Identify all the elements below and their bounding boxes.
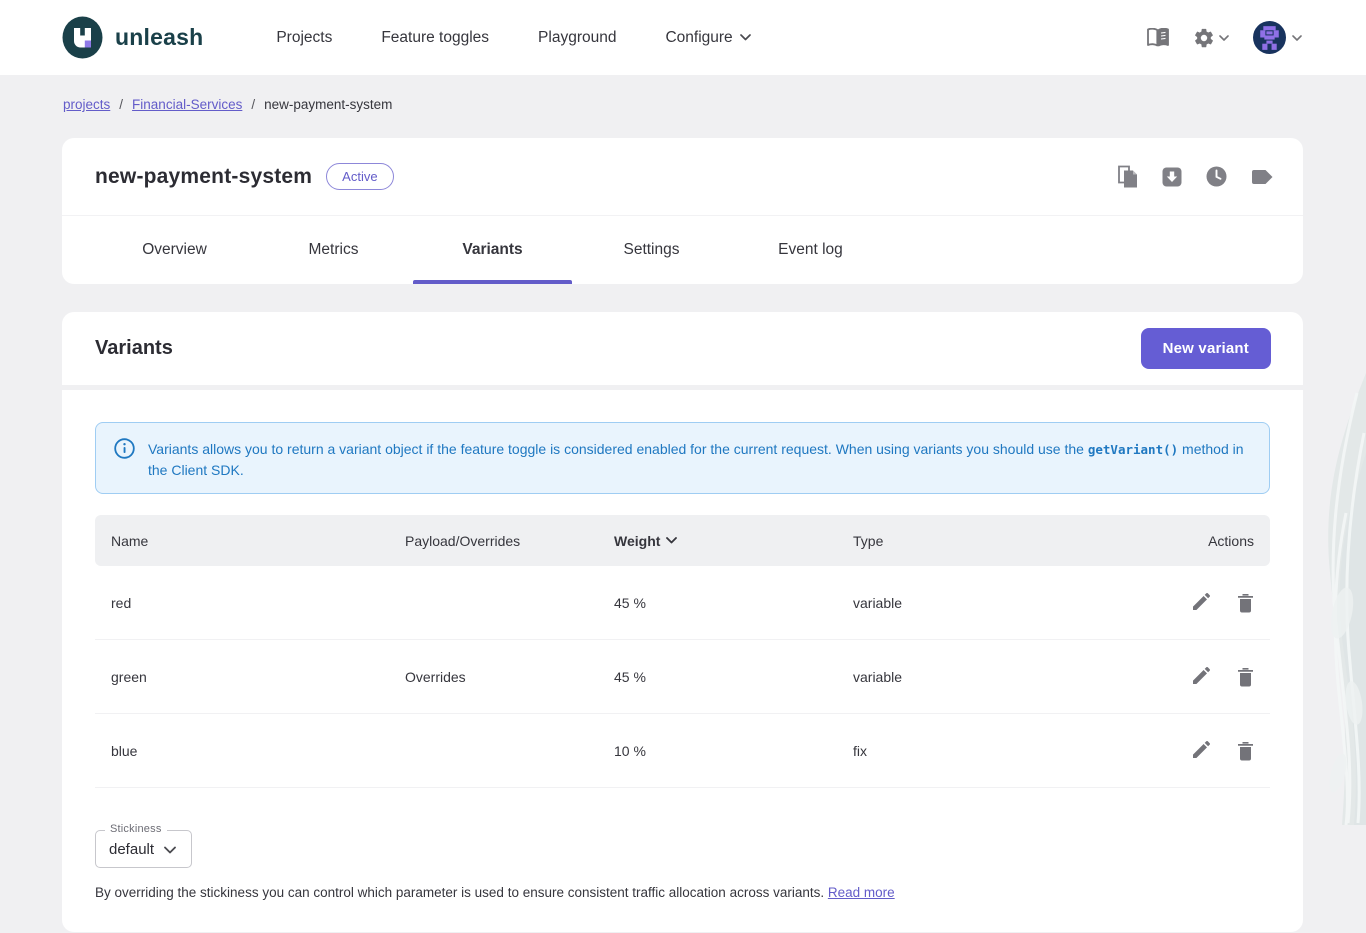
- stickiness-footer-note: By overriding the stickiness you can con…: [95, 885, 1270, 900]
- brand-name: unleash: [115, 24, 203, 51]
- table-row: green Overrides 45 % variable: [95, 640, 1270, 714]
- history-clock-icon[interactable]: [1205, 165, 1228, 188]
- copy-feature-icon[interactable]: [1117, 165, 1139, 189]
- breadcrumb-current-feature: new-payment-system: [264, 97, 392, 112]
- nav-item-configure[interactable]: Configure: [665, 29, 750, 47]
- breadcrumb-projects[interactable]: projects: [63, 97, 110, 112]
- edit-pencil-icon[interactable]: [1191, 667, 1210, 687]
- edit-pencil-icon[interactable]: [1191, 593, 1210, 613]
- delete-trash-icon[interactable]: [1237, 667, 1254, 687]
- column-header-payload-overrides[interactable]: Payload/Overrides: [405, 533, 614, 549]
- table-row: red 45 % variable: [95, 566, 1270, 640]
- variants-table: Name Payload/Overrides Weight Type Actio…: [95, 515, 1270, 788]
- variant-type: variable: [853, 595, 1142, 611]
- tab-metrics[interactable]: Metrics: [254, 216, 413, 284]
- unleash-logo-icon: [62, 16, 103, 59]
- stickiness-select[interactable]: Stickiness default: [95, 830, 192, 868]
- feature-header-card: new-payment-system Active: [62, 138, 1303, 284]
- settings-gear-button[interactable]: [1193, 27, 1229, 49]
- variant-name: blue: [111, 743, 405, 759]
- tab-overview[interactable]: Overview: [95, 216, 254, 284]
- feature-tabs: Overview Metrics Variants Settings Event…: [62, 215, 1303, 284]
- variants-card: Variants New variant Variants allows you…: [62, 312, 1303, 932]
- status-badge: Active: [326, 163, 393, 190]
- edit-pencil-icon[interactable]: [1191, 741, 1210, 761]
- column-header-name[interactable]: Name: [111, 533, 405, 549]
- variants-info-alert: Variants allows you to return a variant …: [95, 422, 1270, 494]
- variants-section-title: Variants: [95, 337, 173, 360]
- variant-type: fix: [853, 743, 1142, 759]
- variant-type: variable: [853, 669, 1142, 685]
- alert-code-getvariant: getVariant(): [1088, 442, 1178, 457]
- gear-icon: [1193, 27, 1215, 49]
- variant-name: red: [111, 595, 405, 611]
- chevron-down-icon: [1219, 35, 1229, 41]
- new-variant-button[interactable]: New variant: [1141, 328, 1271, 369]
- delete-trash-icon[interactable]: [1237, 593, 1254, 613]
- table-row: blue 10 % fix: [95, 714, 1270, 788]
- sort-chevron-down-icon: [666, 537, 677, 544]
- nav-links: Projects Feature toggles Playground Conf…: [276, 29, 750, 47]
- chevron-down-icon: [740, 34, 751, 41]
- variant-weight: 10 %: [614, 743, 853, 759]
- breadcrumb-separator: /: [251, 97, 255, 112]
- stickiness-select-value: default: [109, 841, 154, 858]
- background-decoration: [1302, 373, 1366, 825]
- archive-feature-icon[interactable]: [1161, 166, 1183, 188]
- tab-event-log[interactable]: Event log: [731, 216, 890, 284]
- breadcrumb: projects / Financial-Services / new-paym…: [63, 97, 1366, 112]
- column-header-actions: Actions: [1142, 533, 1254, 549]
- user-avatar: [1253, 21, 1286, 54]
- nav-item-projects[interactable]: Projects: [276, 29, 332, 47]
- variant-payload: Overrides: [405, 669, 614, 685]
- read-more-link[interactable]: Read more: [828, 885, 895, 900]
- user-menu-button[interactable]: [1253, 21, 1302, 54]
- column-header-weight[interactable]: Weight: [614, 533, 853, 549]
- delete-trash-icon[interactable]: [1237, 741, 1254, 761]
- breadcrumb-separator: /: [119, 97, 123, 112]
- column-header-type[interactable]: Type: [853, 533, 1142, 549]
- tab-variants[interactable]: Variants: [413, 216, 572, 284]
- info-icon: [114, 436, 135, 459]
- stickiness-select-label: Stickiness: [105, 823, 167, 835]
- chevron-down-icon: [164, 846, 176, 854]
- variant-weight: 45 %: [614, 669, 853, 685]
- nav-item-feature-toggles[interactable]: Feature toggles: [381, 29, 489, 47]
- breadcrumb-project-name[interactable]: Financial-Services: [132, 97, 242, 112]
- documentation-book-icon[interactable]: [1147, 28, 1169, 47]
- chevron-down-icon: [1292, 35, 1302, 41]
- alert-text: Variants allows you to return a variant …: [148, 436, 1253, 480]
- feature-title: new-payment-system: [95, 165, 312, 189]
- variant-name: green: [111, 669, 405, 685]
- tab-settings[interactable]: Settings: [572, 216, 731, 284]
- page: unleash Projects Feature toggles Playgro…: [0, 0, 1366, 933]
- top-navbar: unleash Projects Feature toggles Playgro…: [0, 0, 1366, 75]
- variant-weight: 45 %: [614, 595, 853, 611]
- nav-item-playground[interactable]: Playground: [538, 29, 616, 47]
- table-header-row: Name Payload/Overrides Weight Type Actio…: [95, 515, 1270, 566]
- unleash-logo[interactable]: unleash: [62, 16, 203, 59]
- tag-icon[interactable]: [1250, 168, 1273, 186]
